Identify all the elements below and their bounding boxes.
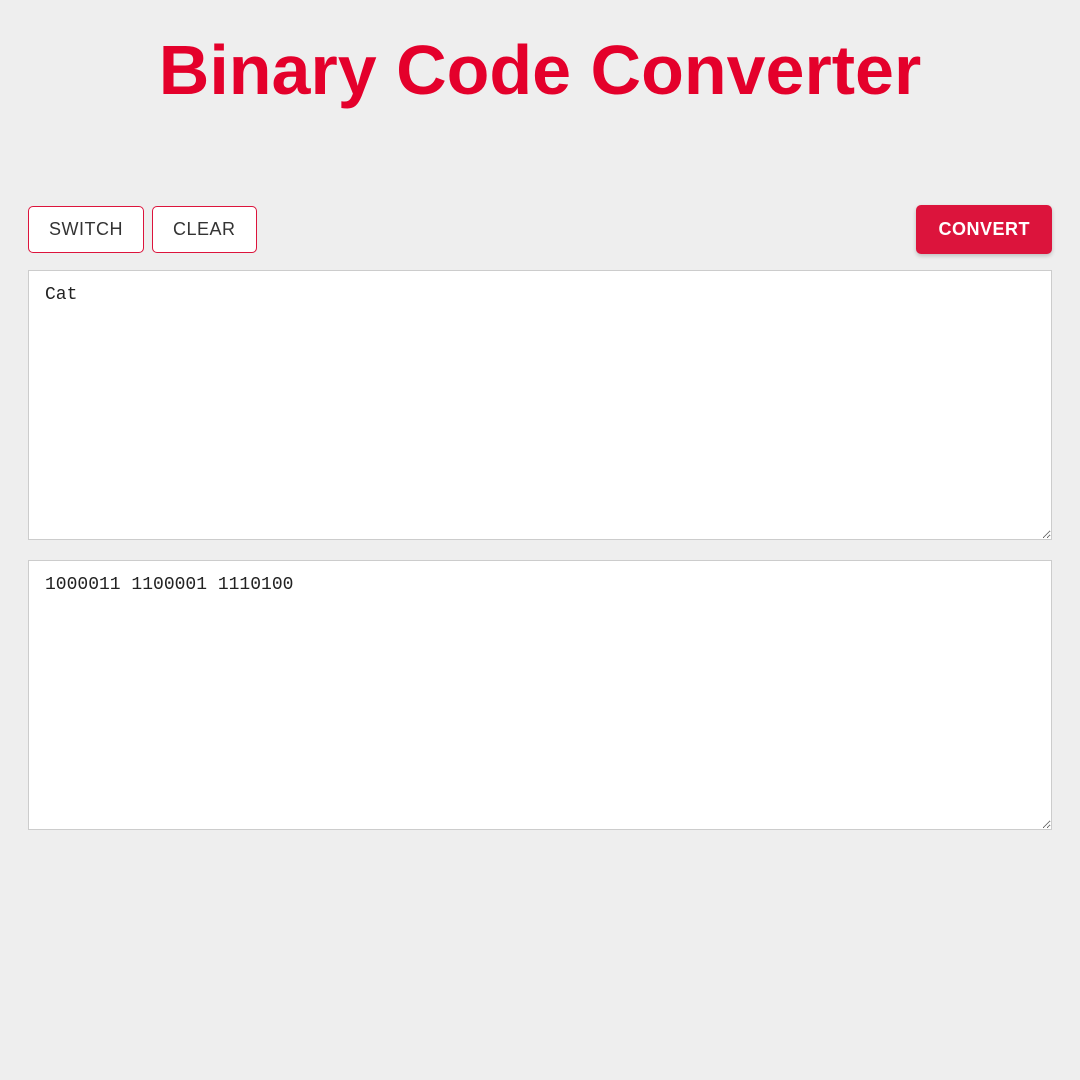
output-textarea[interactable]: [28, 560, 1052, 830]
convert-button[interactable]: CONVERT: [916, 205, 1052, 254]
input-textarea[interactable]: [28, 270, 1052, 540]
left-button-group: SWITCH CLEAR: [28, 206, 257, 253]
clear-button[interactable]: CLEAR: [152, 206, 257, 253]
button-row: SWITCH CLEAR CONVERT: [28, 205, 1052, 254]
page-title: Binary Code Converter: [0, 0, 1080, 110]
main-container: SWITCH CLEAR CONVERT: [0, 205, 1080, 850]
switch-button[interactable]: SWITCH: [28, 206, 144, 253]
